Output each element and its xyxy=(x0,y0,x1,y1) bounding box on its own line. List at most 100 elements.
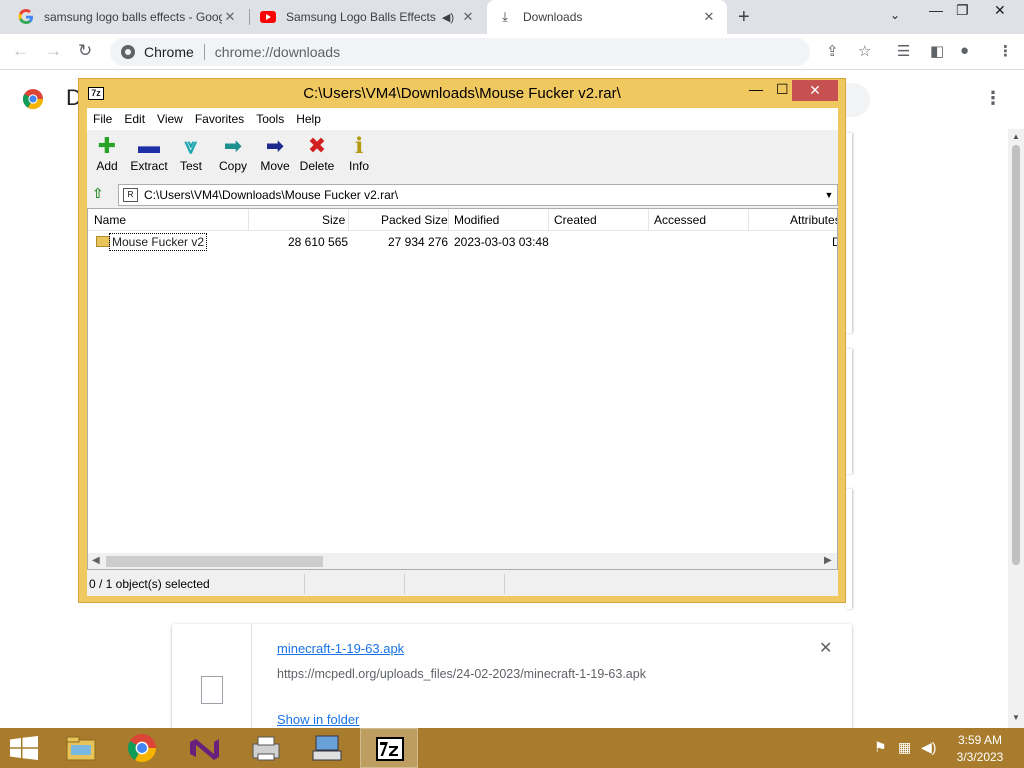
status-cell xyxy=(405,574,505,594)
tab-youtube[interactable]: Samsung Logo Balls Effects (Inspire ◀) ✕ xyxy=(250,0,486,34)
copy-button[interactable]: ➡ Copy xyxy=(209,133,257,173)
column-header-modified[interactable]: Modified xyxy=(454,213,499,227)
column-header-size[interactable]: Size xyxy=(322,213,345,227)
7zip-icon xyxy=(376,737,404,761)
keyboard-icon xyxy=(312,735,342,761)
column-divider[interactable] xyxy=(648,209,649,231)
remove-download-icon[interactable]: ✕ xyxy=(819,638,832,658)
info-button[interactable]: ℹ Info xyxy=(335,133,383,173)
scroll-left-icon[interactable]: ◀ xyxy=(92,555,100,566)
download-filename-link[interactable]: minecraft-1-19-63.apk xyxy=(277,641,404,656)
info-icon: ℹ xyxy=(354,133,364,158)
row-size: 28 610 565 xyxy=(288,235,349,249)
bookmark-star-icon[interactable]: ☆ xyxy=(858,42,871,60)
reading-list-icon[interactable]: ☰ xyxy=(897,42,910,60)
clock-date[interactable]: 3/3/2023 xyxy=(948,750,1012,764)
scroll-right-icon[interactable]: ▶ xyxy=(824,555,832,566)
taskbar: ⚑ ▦ ◀) 3:59 AM 3/3/2023 xyxy=(0,728,1024,768)
scroll-up-icon[interactable]: ▲ xyxy=(1012,132,1020,141)
taskbar-printer[interactable] xyxy=(236,728,294,768)
horizontal-scrollbar[interactable]: ◀ ▶ xyxy=(88,553,837,569)
window-titlebar[interactable]: 7z C:\Users\VM4\Downloads\Mouse Fucker v… xyxy=(79,79,845,108)
column-header-created[interactable]: Created xyxy=(554,213,597,227)
scroll-thumb[interactable] xyxy=(106,556,323,567)
tab-title: samsung logo balls effects - Google xyxy=(44,10,222,24)
close-tab-icon[interactable]: ✕ xyxy=(222,9,238,25)
copy-label: Copy xyxy=(218,159,247,173)
archive-path-text: C:\Users\VM4\Downloads\Mouse Fucker v2.r… xyxy=(144,188,399,202)
action-center-flag-icon[interactable]: ⚑ xyxy=(874,739,887,756)
maximize-button[interactable]: ☐ xyxy=(776,81,789,98)
column-divider[interactable] xyxy=(548,209,549,231)
status-bar: 0 / 1 object(s) selected xyxy=(87,574,838,594)
row-name[interactable]: Mouse Fucker v2 xyxy=(109,233,208,251)
minimize-button[interactable]: — xyxy=(929,2,943,18)
menu-help[interactable]: Help xyxy=(290,112,327,126)
more-actions-icon[interactable]: ⋮ xyxy=(984,88,1002,109)
column-divider[interactable] xyxy=(248,209,249,231)
chevron-down-icon[interactable]: ▼ xyxy=(821,190,837,200)
download-source-url[interactable]: https://mcpedl.org/uploads_files/24-02-2… xyxy=(277,667,646,681)
file-list[interactable]: Name Size Packed Size Modified Created A… xyxy=(87,208,838,570)
delete-button[interactable]: ✖ Delete xyxy=(293,133,341,173)
tab-search-icon[interactable]: ⌄ xyxy=(890,8,900,22)
taskbar-chrome[interactable] xyxy=(113,728,171,768)
clock-time[interactable]: 3:59 AM xyxy=(948,733,1012,747)
menu-file[interactable]: File xyxy=(87,112,118,126)
address-bar[interactable]: Chrome chrome://downloads xyxy=(110,38,810,66)
taskbar-7zip[interactable] xyxy=(360,728,418,768)
menu-tools[interactable]: Tools xyxy=(250,112,290,126)
taskbar-file-explorer[interactable] xyxy=(52,728,110,768)
page-scrollbar[interactable]: ▲ ▼ xyxy=(1008,129,1024,728)
taskbar-visual-studio[interactable] xyxy=(174,728,232,768)
reload-button[interactable]: ↻ xyxy=(78,41,92,61)
move-button[interactable]: ➡ Move xyxy=(251,133,299,173)
tab-strip: samsung logo balls effects - Google ✕ Sa… xyxy=(0,0,1024,34)
close-window-button[interactable]: ✕ xyxy=(994,2,1006,19)
close-tab-icon[interactable]: ✕ xyxy=(701,9,717,25)
extract-button[interactable]: ▬ Extract xyxy=(125,133,173,173)
column-header-packed-size[interactable]: Packed Size xyxy=(381,213,448,227)
tab-downloads[interactable]: ⤓ Downloads ✕ xyxy=(487,0,727,34)
share-icon[interactable]: ⇪ xyxy=(826,42,839,60)
add-button[interactable]: ✚ Add xyxy=(83,133,131,173)
side-panel-icon[interactable]: ◧ xyxy=(930,42,944,60)
up-folder-icon[interactable]: ⇧ xyxy=(92,185,112,205)
column-header-accessed[interactable]: Accessed xyxy=(654,213,706,227)
test-button[interactable]: ⩔ Test xyxy=(167,133,215,173)
taskbar-on-screen-keyboard[interactable] xyxy=(298,728,356,768)
tab-google-search[interactable]: samsung logo balls effects - Google ✕ xyxy=(8,0,248,34)
column-divider[interactable] xyxy=(448,209,449,231)
column-header-name[interactable]: Name xyxy=(94,213,126,227)
column-divider[interactable] xyxy=(748,209,749,231)
tab-title: Samsung Logo Balls Effects (Inspire xyxy=(286,10,436,24)
new-tab-button[interactable]: + xyxy=(738,6,750,29)
close-tab-icon[interactable]: ✕ xyxy=(460,9,476,25)
minimize-button[interactable]: — xyxy=(749,81,763,97)
table-row[interactable]: Mouse Fucker v2 28 610 565 27 934 276 20… xyxy=(88,233,837,251)
address-row: ⇧ R C:\Users\VM4\Downloads\Mouse Fucker … xyxy=(87,183,838,207)
browser-menu-icon[interactable]: ⋮ xyxy=(998,42,1013,60)
start-button[interactable] xyxy=(0,728,48,768)
menu-view[interactable]: View xyxy=(151,112,189,126)
forward-button[interactable]: → xyxy=(45,41,62,61)
show-in-folder-link[interactable]: Show in folder xyxy=(277,712,359,727)
move-icon: ➡ xyxy=(265,133,285,158)
network-icon[interactable]: ▦ xyxy=(898,739,911,756)
speaker-icon[interactable]: ◀) xyxy=(442,11,454,24)
restore-button[interactable]: ❐ xyxy=(956,2,969,19)
menu-edit[interactable]: Edit xyxy=(118,112,151,126)
column-header-attributes[interactable]: Attributes xyxy=(790,213,837,227)
profile-icon[interactable]: ● xyxy=(960,42,969,59)
menu-favorites[interactable]: Favorites xyxy=(189,112,250,126)
back-button[interactable]: ← xyxy=(12,41,29,61)
add-label: Add xyxy=(96,159,118,173)
scroll-down-icon[interactable]: ▼ xyxy=(1012,713,1020,722)
column-divider[interactable] xyxy=(348,209,349,231)
menu-bar: File Edit View Favorites Tools Help xyxy=(87,108,838,130)
close-button[interactable]: ✕ xyxy=(792,80,838,101)
scroll-thumb[interactable] xyxy=(1012,145,1020,565)
volume-icon[interactable]: ◀) xyxy=(921,739,936,756)
archive-path-combobox[interactable]: R C:\Users\VM4\Downloads\Mouse Fucker v2… xyxy=(118,184,838,206)
download-card-edge xyxy=(845,349,852,474)
